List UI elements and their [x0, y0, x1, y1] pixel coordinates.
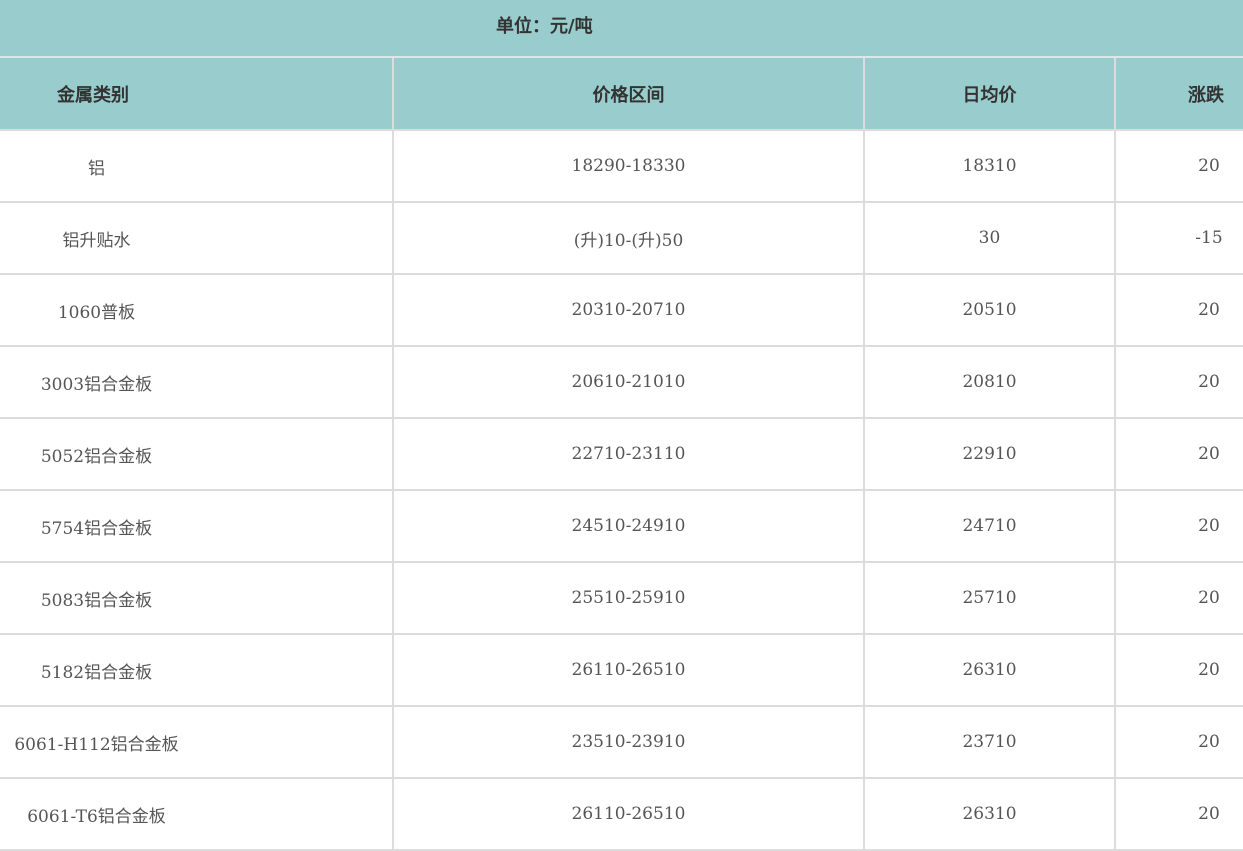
cell-metal-category: 6061-T6铝合金板 [0, 777, 394, 851]
cell-daily-average: 18310 [863, 129, 1116, 203]
cell-daily-average: 26310 [863, 777, 1116, 851]
table-row: 铝 18290-18330 18310 20 [0, 129, 1243, 203]
cell-metal-category: 6061-H112铝合金板 [0, 705, 394, 779]
cell-change: -15 [1114, 201, 1243, 275]
cell-metal-category: 5052铝合金板 [0, 417, 394, 491]
cell-metal-category: 1060普板 [0, 273, 394, 347]
table-row: 6061-H112铝合金板 23510-23910 23710 20 [0, 705, 1243, 779]
price-table: 金属类别 价格区间 日均价 涨跌 铝 18290-18330 18310 20 铝升贴水… [0, 58, 1243, 851]
change-text: 20 [1198, 372, 1220, 392]
table-row: 5182铝合金板 26110-26510 26310 20 [0, 633, 1243, 707]
cell-change: 20 [1114, 561, 1243, 635]
header-daily-average: 日均价 [863, 58, 1116, 131]
metal-category-text: 5083铝合金板 [40, 590, 153, 611]
cell-price-range: 20610-21010 [392, 345, 865, 419]
cell-price-range: (升)10-(升)50 [392, 201, 865, 275]
cell-daily-average: 22910 [863, 417, 1116, 491]
table-header-row: 金属类别 价格区间 日均价 涨跌 [0, 58, 1243, 131]
change-text: 20 [1198, 732, 1220, 752]
table-row: 1060普板 20310-20710 20510 20 [0, 273, 1243, 347]
unit-bar: 单位：元/吨 [0, 0, 1243, 58]
cell-change: 20 [1114, 633, 1243, 707]
metal-category-text: 6061-H112铝合金板 [14, 734, 179, 755]
cell-daily-average: 24710 [863, 489, 1116, 563]
cell-metal-category: 5182铝合金板 [0, 633, 394, 707]
cell-price-range: 20310-20710 [392, 273, 865, 347]
cell-metal-category: 5083铝合金板 [0, 561, 394, 635]
cell-metal-category: 5754铝合金板 [0, 489, 394, 563]
table-row: 铝升贴水 (升)10-(升)50 30 -15 [0, 201, 1243, 275]
change-text: 20 [1198, 588, 1220, 608]
table-row: 3003铝合金板 20610-21010 20810 20 [0, 345, 1243, 419]
header-metal-category: 金属类别 [0, 58, 394, 131]
cell-change: 20 [1114, 417, 1243, 491]
header-price-range: 价格区间 [392, 58, 865, 131]
metal-category-text: 1060普板 [57, 302, 136, 323]
change-text: 20 [1198, 444, 1220, 464]
cell-price-range: 26110-26510 [392, 777, 865, 851]
cell-change: 20 [1114, 129, 1243, 203]
cell-price-range: 18290-18330 [392, 129, 865, 203]
cell-metal-category: 铝 [0, 129, 394, 203]
table-body: 铝 18290-18330 18310 20 铝升贴水 (升)10-(升)50 30 -15 1… [0, 129, 1243, 851]
change-text: 20 [1198, 156, 1220, 176]
cell-price-range: 26110-26510 [392, 633, 865, 707]
cell-daily-average: 20810 [863, 345, 1116, 419]
change-text: 20 [1198, 516, 1220, 536]
cell-daily-average: 20510 [863, 273, 1116, 347]
cell-daily-average: 26310 [863, 633, 1116, 707]
table-row: 5083铝合金板 25510-25910 25710 20 [0, 561, 1243, 635]
cell-price-range: 22710-23110 [392, 417, 865, 491]
cell-daily-average: 25710 [863, 561, 1116, 635]
cell-daily-average: 30 [863, 201, 1116, 275]
cell-change: 20 [1114, 489, 1243, 563]
cell-metal-category: 铝升贴水 [0, 201, 394, 275]
metal-category-text: 6061-T6铝合金板 [27, 806, 166, 827]
cell-price-range: 23510-23910 [392, 705, 865, 779]
table-row: 6061-T6铝合金板 26110-26510 26310 20 [0, 777, 1243, 851]
cell-change: 20 [1114, 705, 1243, 779]
change-text: 20 [1198, 804, 1220, 824]
change-text: 20 [1198, 660, 1220, 680]
metal-category-text: 5182铝合金板 [40, 662, 153, 683]
table-row: 5754铝合金板 24510-24910 24710 20 [0, 489, 1243, 563]
metal-category-text: 3003铝合金板 [40, 374, 153, 395]
cell-change: 20 [1114, 777, 1243, 851]
metal-category-text: 5754铝合金板 [40, 518, 153, 539]
change-text: -15 [1195, 228, 1223, 248]
cell-daily-average: 23710 [863, 705, 1116, 779]
header-change: 涨跌 [1114, 58, 1243, 131]
unit-label: 单位：元/吨 [496, 16, 593, 37]
table-row: 5052铝合金板 22710-23110 22910 20 [0, 417, 1243, 491]
cell-metal-category: 3003铝合金板 [0, 345, 394, 419]
metal-category-text: 5052铝合金板 [40, 446, 153, 467]
metal-category-text: 铝 [88, 158, 105, 179]
change-text: 20 [1198, 300, 1220, 320]
cell-price-range: 25510-25910 [392, 561, 865, 635]
cell-change: 20 [1114, 345, 1243, 419]
cell-price-range: 24510-24910 [392, 489, 865, 563]
cell-change: 20 [1114, 273, 1243, 347]
metal-category-text: 铝升贴水 [62, 230, 131, 251]
